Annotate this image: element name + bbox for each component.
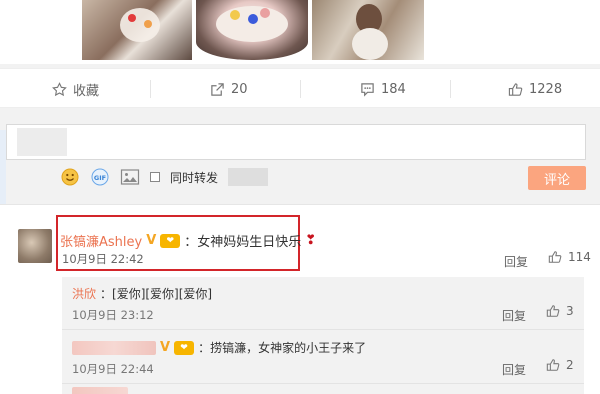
post-action-bar: 收藏 20 184 1228 [0,68,600,108]
comment-count: 184 [381,81,406,97]
avatar[interactable] [18,229,52,263]
comment-text: ：女神妈妈生日快乐 [184,235,302,250]
post-photo-3[interactable] [312,0,424,60]
comment-input[interactable] [6,124,586,160]
emoji-icon[interactable] [60,167,80,187]
comment-list: 张镐濂Ashley V ❤ ：女神妈妈生日快乐 ❣ 10月9日 22:42 回复… [0,204,600,394]
repost-button[interactable]: 20 [210,69,248,109]
like-button[interactable]: 1228 [508,69,562,109]
reply-button[interactable]: 回复 [502,307,526,324]
comment-like-count: 114 [568,250,591,264]
verified-icon: V [160,340,171,355]
divider [300,80,301,98]
blurred-username[interactable] [72,340,156,355]
image-icon[interactable] [120,167,140,187]
divider [150,80,151,98]
submit-comment-button[interactable]: 评论 [528,166,586,190]
favorite-button[interactable]: 收藏 [52,69,99,109]
comment-like-button[interactable]: 114 [548,250,591,264]
comment-time: 10月9日 22:42 [62,252,144,266]
gif-icon[interactable]: GIF [90,167,110,187]
like-count: 1228 [529,81,563,97]
reply-panel: 洪欣 ：[爱你][爱你][爱你] 10月9日 23:12 回复 3 V ❤ ：捞… [62,277,584,394]
post-photo-2[interactable] [196,0,308,60]
reply-line: 洪欣 ：[爱你][爱你][爱你] [72,285,212,302]
post-photo-strip [0,0,600,64]
star-icon [52,81,67,96]
reply-time: 10月9日 23:12 [72,308,154,322]
forward-label: 同时转发 [170,170,219,185]
thumbs-up-icon [546,359,560,371]
reply-time: 10月9日 22:44 [72,362,154,376]
reply-text: ：[爱你][爱你][爱你] [100,287,213,301]
reply-item [62,387,584,394]
divider [62,329,584,330]
verified-icon: V [146,233,157,248]
comment-line: 张镐濂Ashley V ❤ ：女神妈妈生日快乐 ❣ [60,231,316,250]
post-photo-1[interactable] [82,0,192,60]
reply-button[interactable]: 回复 [504,253,528,270]
reply-like-button[interactable]: 2 [546,358,574,372]
comment-username[interactable]: 张镐濂Ashley [60,231,142,250]
blurred-region [17,128,67,156]
blurred-username[interactable] [72,387,128,394]
comment-icon [361,82,374,97]
thumbs-up-icon [546,305,560,317]
repost-icon [211,82,224,96]
reply-item: V ❤ ：捞镐濂，女神家的小王子来了 10月9日 22:44 回复 2 [62,331,584,381]
reply-item: 洪欣 ：[爱你][爱你][爱你] 10月9日 23:12 回复 3 [62,277,584,327]
reply-line [72,387,128,394]
divider [450,80,451,98]
svg-text:GIF: GIF [94,174,106,182]
reply-button[interactable]: 回复 [502,361,526,378]
divider [62,383,584,384]
comment-button[interactable]: 184 [360,69,406,109]
reply-username[interactable]: 洪欣 [72,285,96,302]
reply-line: V ❤ ：捞镐濂，女神家的小王子来了 [72,339,366,356]
reply-text: ：捞镐濂，女神家的小王子来了 [198,341,367,355]
heart-emoji-icon: ❣ [305,233,317,248]
forward-checkbox[interactable] [150,172,160,182]
thumbs-up-icon [508,82,523,96]
level-badge-icon: ❤ [160,233,181,248]
level-badge-icon: ❤ [174,340,195,355]
blurred-region [228,168,269,186]
favorite-label: 收藏 [73,83,100,99]
repost-count: 20 [231,81,248,97]
comment-compose-area: GIF 同时转发 评论 [0,108,600,204]
thumbs-up-icon [548,251,562,263]
reply-like-count: 3 [566,304,574,318]
reply-like-button[interactable]: 3 [546,304,574,318]
reply-like-count: 2 [566,358,574,372]
compose-toolbar: GIF 同时转发 [60,164,269,190]
